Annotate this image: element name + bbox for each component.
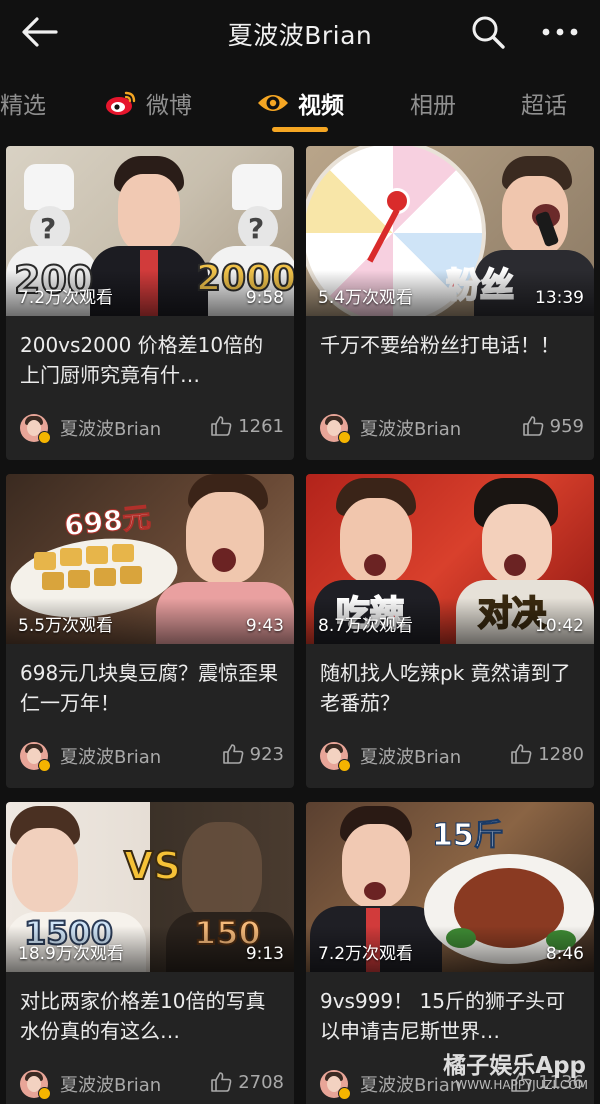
thumbnail-caption: 698元	[62, 500, 153, 543]
like-button[interactable]: 1261	[210, 415, 284, 437]
author-name[interactable]: 夏波波Brian	[360, 415, 461, 441]
author-name[interactable]: 夏波波Brian	[360, 743, 461, 769]
like-button[interactable]: 1280	[510, 743, 584, 765]
like-button[interactable]: 923	[222, 743, 284, 765]
video-meta: 夏波波Brian 1280	[320, 740, 584, 772]
thumbs-up-icon	[211, 416, 232, 436]
video-title[interactable]: 随机找人吃辣pk 竟然请到了老番茄？	[320, 658, 582, 718]
video-card[interactable]: 698元 5.5万次观看 9:43 698元几块臭豆腐？震惊歪果仁一万年！ 夏波…	[6, 474, 294, 788]
author-name[interactable]: 夏波波Brian	[60, 1071, 161, 1097]
verified-badge-icon	[338, 431, 351, 444]
video-meta: 夏波波Brian 959	[320, 412, 584, 444]
tab-videos[interactable]: 视频	[256, 86, 344, 120]
video-eye-icon	[258, 95, 288, 111]
tab-label: 视频	[298, 93, 344, 119]
thumbs-up-icon	[211, 1072, 232, 1092]
tab-label: 微博	[146, 93, 192, 119]
video-duration: 9:58	[245, 288, 284, 308]
page-title: 夏波波Brian	[227, 21, 373, 50]
like-button[interactable]: 959	[522, 415, 584, 437]
top-bar: 夏波波Brian	[0, 0, 600, 66]
video-thumbnail[interactable]: 698元 5.5万次观看 9:43	[6, 474, 294, 644]
tab-supertopic[interactable]: 超话	[521, 86, 567, 120]
thumbnail-caption: VS	[123, 843, 182, 889]
view-count: 7.2万次观看	[18, 288, 114, 308]
verified-badge-icon	[38, 1087, 51, 1100]
video-thumbnail[interactable]: VS 1500 150 18.9万次观看 9:13	[6, 802, 294, 972]
like-count: 959	[549, 415, 584, 437]
author-name[interactable]: 夏波波Brian	[60, 415, 161, 441]
video-card[interactable]: VS 1500 150 18.9万次观看 9:13 对比两家价格差10倍的写真 …	[6, 802, 294, 1104]
tab-weibo[interactable]: 微博	[104, 86, 192, 120]
video-title[interactable]: 对比两家价格差10倍的写真 水份真的有这么…	[20, 986, 282, 1046]
like-count: 2708	[238, 1071, 284, 1093]
tab-label: 超话	[521, 93, 567, 119]
view-count: 8.7万次观看	[318, 616, 414, 636]
video-title[interactable]: 698元几块臭豆腐？震惊歪果仁一万年！	[20, 658, 282, 718]
video-duration: 9:13	[245, 944, 284, 964]
video-card[interactable]: 吃辣 对决 8.7万次观看 10:42 随机找人吃辣pk 竟然请到了老番茄？ 夏…	[306, 474, 594, 788]
author-name[interactable]: 夏波波Brian	[60, 743, 161, 769]
profile-tabs: 精选 微博 视频 相册 超话	[0, 72, 600, 136]
watermark-url: WWW.HAPPYJUZI.COM	[455, 1078, 588, 1092]
watermark-title: 橘子娱乐App	[443, 1053, 586, 1079]
video-thumbnail[interactable]: 15斤 7.2万次观看 8:46	[306, 802, 594, 972]
like-count: 1261	[238, 415, 284, 437]
video-thumbnail[interactable]: 粉丝 5.4万次观看 13:39	[306, 146, 594, 316]
tab-featured[interactable]: 精选	[0, 86, 46, 120]
thumbs-up-icon	[511, 744, 532, 764]
view-count: 7.2万次观看	[318, 944, 414, 964]
video-duration: 9:43	[245, 616, 284, 636]
watermark: 橘子娱乐App WWW.HAPPYJUZI.COM	[440, 1046, 600, 1104]
verified-badge-icon	[338, 1087, 351, 1100]
video-card[interactable]: 粉丝 5.4万次观看 13:39 千万不要给粉丝打电话！！ 夏波波Brian 9…	[306, 146, 594, 460]
weibo-icon	[106, 91, 136, 115]
more-dots-icon	[542, 28, 578, 36]
like-count: 1280	[538, 743, 584, 765]
video-title[interactable]: 千万不要给粉丝打电话！！	[320, 330, 582, 360]
video-card[interactable]: ? ? 200 2000 7.2万次观看 9:58 200vs2000 价格差1…	[6, 146, 294, 460]
thumbnail-caption: 15斤	[432, 818, 505, 854]
video-title[interactable]: 9vs999！ 15斤的狮子头可以申请吉尼斯世界…	[320, 986, 582, 1046]
like-button[interactable]: 2708	[210, 1071, 284, 1093]
tab-albums[interactable]: 相册	[410, 86, 456, 120]
verified-badge-icon	[338, 759, 351, 772]
view-count: 5.4万次观看	[318, 288, 414, 308]
view-count: 18.9万次观看	[18, 944, 124, 964]
verified-badge-icon	[38, 759, 51, 772]
video-duration: 13:39	[535, 288, 584, 308]
search-icon	[472, 16, 505, 49]
verified-badge-icon	[38, 431, 51, 444]
video-duration: 8:46	[545, 944, 584, 964]
video-thumbnail[interactable]: 吃辣 对决 8.7万次观看 10:42	[306, 474, 594, 644]
view-count: 5.5万次观看	[18, 616, 114, 636]
thumbs-up-icon	[222, 744, 244, 764]
tab-label: 精选	[0, 93, 46, 119]
active-tab-indicator	[272, 127, 328, 132]
video-thumbnail[interactable]: ? ? 200 2000 7.2万次观看 9:58	[6, 146, 294, 316]
tab-label: 相册	[410, 93, 456, 119]
thumbs-up-icon	[522, 416, 544, 436]
more-button[interactable]	[540, 18, 580, 46]
video-meta: 夏波波Brian 1261	[20, 412, 284, 444]
search-button[interactable]	[468, 12, 508, 52]
video-title[interactable]: 200vs2000 价格差10倍的上门厨师究竟有什…	[20, 330, 282, 390]
video-meta: 夏波波Brian 923	[20, 740, 284, 772]
like-count: 923	[249, 743, 284, 765]
video-meta: 夏波波Brian 2708	[20, 1068, 284, 1100]
video-duration: 10:42	[535, 616, 584, 636]
